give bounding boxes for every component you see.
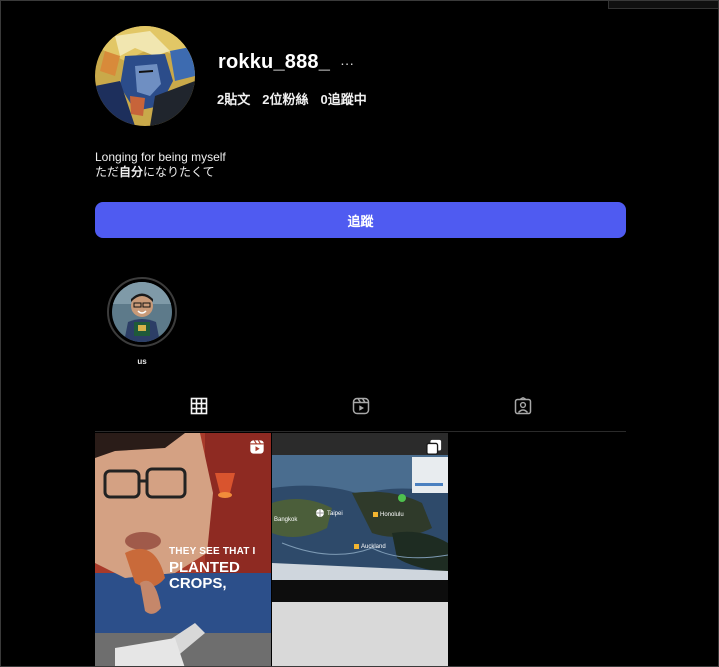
profile-bio: Longing for being myself ただ自分になりたくて: [95, 150, 226, 180]
profile-window: rokku_888_ ··· 2貼文 2位粉絲 0追蹤中 Longing for…: [0, 0, 719, 667]
highlight-photo: [112, 282, 172, 342]
post-thumbnail-2[interactable]: Taipei Honolulu Auckland Bangkok: [272, 433, 448, 666]
tagged-icon: [514, 397, 532, 415]
bio-line-1: Longing for being myself: [95, 150, 226, 164]
avatar-illustration: [95, 26, 195, 126]
reel-icon: [250, 440, 264, 454]
story-highlight-us[interactable]: us: [107, 277, 177, 366]
reel-caption: THEY SEE THAT I PLANTED CROPS,: [169, 546, 256, 592]
reels-icon: [352, 397, 370, 415]
bio-line-2: ただ自分になりたくて: [95, 165, 226, 180]
profile-avatar[interactable]: [95, 26, 195, 126]
carousel-badge: [426, 439, 442, 460]
post-2-photo: [272, 433, 448, 666]
profile-stats: 2貼文 2位粉絲 0追蹤中: [217, 89, 367, 108]
username: rokku_888_: [218, 51, 331, 73]
posts-count: 2貼文: [217, 92, 251, 107]
map-label-bangkok: Bangkok: [274, 517, 298, 523]
window-corner: [608, 1, 718, 9]
username-row: rokku_888_ ···: [218, 51, 354, 74]
tab-posts[interactable]: [169, 397, 229, 432]
tab-reels[interactable]: [331, 397, 391, 432]
reel-caption-line-3: CROPS,: [169, 575, 227, 592]
highlight-cover: [112, 282, 172, 342]
tabs-divider: [95, 431, 626, 432]
carousel-icon: [426, 439, 442, 455]
post-thumbnail-1[interactable]: THEY SEE THAT I PLANTED CROPS,: [95, 433, 271, 666]
highlight-label: us: [137, 357, 147, 366]
tab-tagged[interactable]: [493, 397, 553, 432]
bio-line-2-emph: 自分: [119, 165, 144, 179]
map-label-taipei: Taipei: [327, 511, 343, 517]
followers-count[interactable]: 2位粉絲: [262, 89, 308, 108]
reel-badge: [249, 439, 265, 460]
highlight-ring: [107, 277, 177, 347]
reel-caption-line-2: PLANTED: [169, 559, 240, 576]
reel-caption-line-1: THEY SEE THAT I: [169, 546, 256, 557]
map-label-auckland: Auckland: [361, 544, 386, 550]
bio-line-2-post: になりたくて: [143, 165, 215, 179]
follow-button[interactable]: 追蹤: [95, 202, 626, 238]
bio-line-2-pre: ただ: [95, 165, 120, 179]
map-label-honolulu: Honolulu: [380, 512, 404, 518]
grid-icon: [190, 397, 208, 415]
following-count[interactable]: 0追蹤中: [320, 89, 366, 108]
more-options-button[interactable]: ···: [340, 56, 354, 70]
